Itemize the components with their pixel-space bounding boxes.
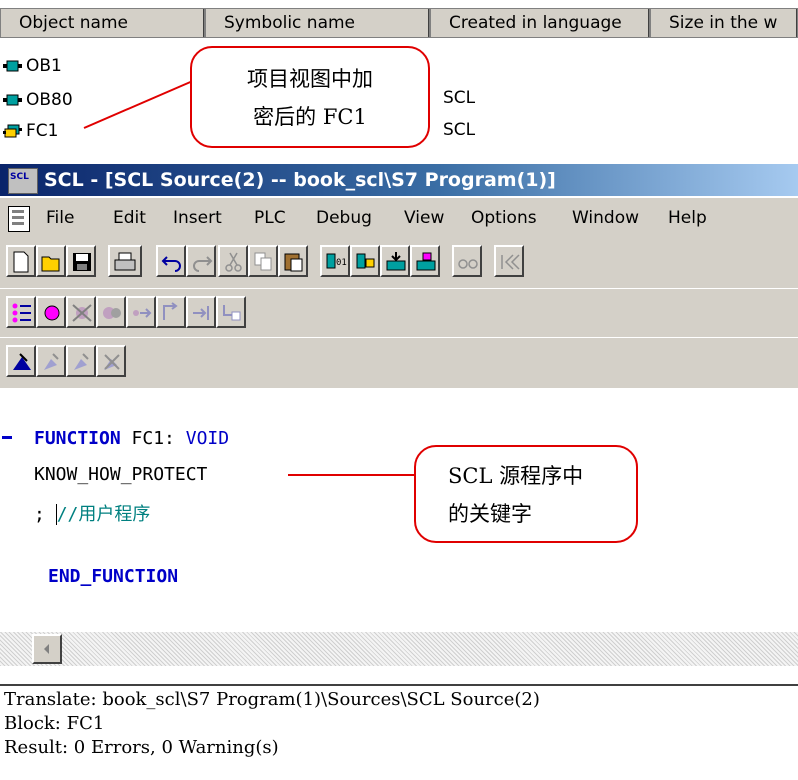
open-folder-icon (41, 256, 60, 272)
previous-bookmark-icon (74, 353, 89, 370)
scl-app-icon: SCL (8, 168, 38, 194)
bookmark-toolbar (0, 338, 798, 388)
compile-all-icon (356, 253, 375, 269)
svg-text:01: 01 (336, 258, 347, 268)
bookmark-icon (13, 353, 31, 370)
step-over-button[interactable] (156, 296, 186, 328)
step-over-icon (163, 302, 178, 320)
output-line: Result: 0 Errors, 0 Warning(s) (4, 737, 279, 758)
arrow-left-icon (44, 644, 49, 654)
download-icon (386, 252, 406, 271)
copy-icon (254, 252, 272, 271)
callout-pointer (288, 474, 415, 476)
code-line-5: END_FUNCTION (48, 566, 178, 587)
breakpoint-list-button[interactable] (6, 296, 36, 328)
monitor-plc-button[interactable] (410, 245, 440, 277)
window-title: SCL - [SCL Source(2) -- book_scl\S7 Prog… (44, 169, 556, 191)
callout-text: SCL 源程序中 (448, 464, 584, 488)
menu-plc[interactable]: PLC (254, 205, 286, 231)
compile-icon: 01 (326, 253, 347, 269)
continue-button[interactable] (126, 296, 156, 328)
output-line: Translate: book_scl\S7 Program(1)\Source… (4, 689, 540, 710)
step-into-icon (193, 306, 209, 320)
callout-text: 的关键字 (448, 502, 532, 526)
menu-options[interactable]: Options (471, 205, 537, 231)
scrollbar-track[interactable] (0, 632, 798, 666)
compile-button[interactable]: 01 (320, 245, 350, 277)
delete-breakpoints-button[interactable] (66, 296, 96, 328)
scissors-icon (225, 252, 242, 272)
code-line-3: ; //用户程序 (34, 500, 150, 526)
breakpoint-toolbar (0, 289, 798, 337)
menu-bar: File Edit Insert PLC Debug View Options … (0, 198, 798, 238)
redo-button[interactable] (186, 245, 216, 277)
glasses-icon (458, 259, 478, 269)
undo-button[interactable] (156, 245, 186, 277)
standard-toolbar: 01 (0, 238, 798, 288)
clear-bookmarks-button[interactable] (96, 345, 126, 377)
activate-breakpoints-icon (103, 307, 121, 319)
callout-text: 密后的 FC1 (253, 105, 367, 129)
clear-bookmarks-icon (104, 354, 120, 370)
output-line: Block: FC1 (4, 713, 105, 734)
scroll-left-button[interactable] (32, 634, 62, 664)
download-button[interactable] (380, 245, 410, 277)
compile-all-button[interactable] (350, 245, 380, 277)
menu-window[interactable]: Window (572, 205, 639, 231)
menu-debug[interactable]: Debug (316, 205, 372, 231)
toggle-bookmark-button[interactable] (6, 345, 36, 377)
document-icon[interactable] (8, 206, 30, 232)
new-file-button[interactable] (6, 245, 36, 277)
print-icon (114, 252, 136, 271)
continue-icon (133, 308, 152, 318)
horizontal-scrollbar[interactable] (0, 632, 798, 666)
save-icon (73, 253, 91, 271)
print-button[interactable] (108, 245, 142, 277)
new-file-icon (13, 251, 29, 273)
menu-file[interactable]: File (46, 205, 74, 231)
next-bookmark-button[interactable] (36, 345, 66, 377)
run-to-cursor-icon (223, 305, 241, 321)
callout-text: 项目视图中加 (247, 67, 373, 91)
save-button[interactable] (66, 245, 96, 277)
paste-icon (284, 253, 303, 272)
previous-bookmark-button[interactable] (66, 345, 96, 377)
list-icon (12, 303, 31, 323)
semicolon: ; (34, 504, 45, 525)
step-into-button[interactable] (186, 296, 216, 328)
delete-breakpoints-icon (72, 304, 92, 322)
activate-breakpoints-button[interactable] (96, 296, 126, 328)
go-to-start-button[interactable] (494, 245, 524, 277)
paste-button[interactable] (278, 245, 308, 277)
menu-edit[interactable]: Edit (113, 205, 146, 231)
callout-encrypted-fc1: 项目视图中加 密后的 FC1 (190, 46, 430, 148)
undo-icon (161, 256, 181, 272)
menu-view[interactable]: View (404, 205, 444, 231)
run-to-cursor-button[interactable] (216, 296, 246, 328)
callout-scl-keyword: SCL 源程序中 的关键字 (414, 445, 638, 543)
output-window: Translate: book_scl\S7 Program(1)\Source… (0, 684, 798, 780)
menu-insert[interactable]: Insert (173, 205, 222, 231)
copy-button[interactable] (248, 245, 278, 277)
set-breakpoint-button[interactable] (36, 296, 66, 328)
next-bookmark-icon (44, 353, 59, 370)
menu-help[interactable]: Help (668, 205, 707, 231)
keyword-end-function: END_FUNCTION (48, 566, 179, 587)
cut-button[interactable] (218, 245, 248, 277)
monitor-button[interactable] (452, 245, 482, 277)
plc-icon (416, 252, 436, 271)
collapse-marker[interactable] (2, 436, 12, 439)
window-title-bar[interactable]: SCL SCL - [SCL Source(2) -- book_scl\S7 … (0, 164, 798, 196)
breakpoint-icon (44, 305, 60, 321)
code-comment: //用户程序 (56, 504, 151, 525)
open-file-button[interactable] (36, 245, 66, 277)
skip-back-icon (501, 254, 520, 270)
redo-icon (193, 256, 213, 272)
